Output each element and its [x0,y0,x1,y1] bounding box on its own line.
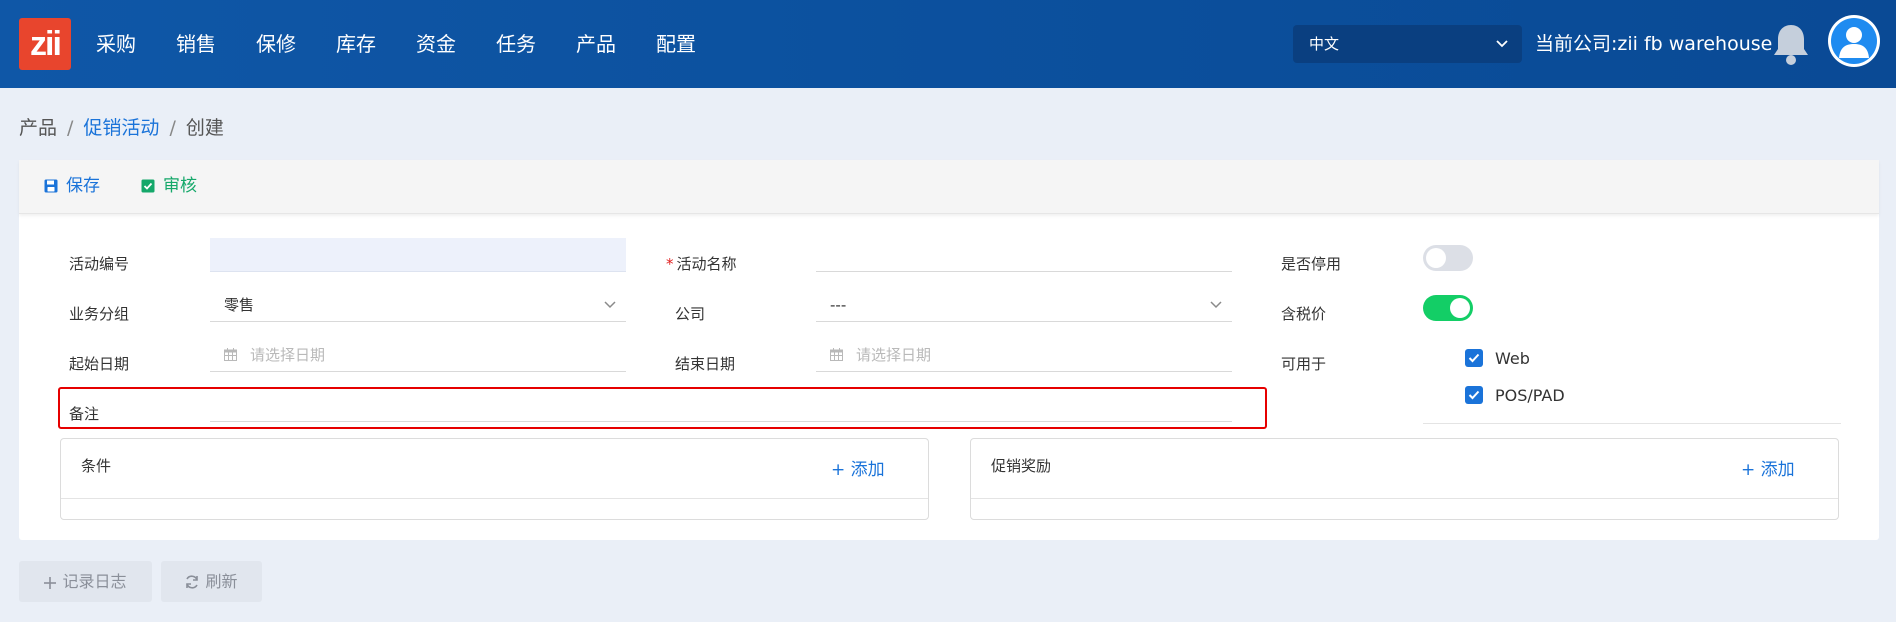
rewards-title: 促销奖励 [991,457,1052,475]
add-condition-button[interactable]: + 添加 [831,455,885,480]
refresh-icon [186,575,199,589]
disabled-label: 是否停用 [1281,255,1342,273]
form-toolbar: 保存 审核 [19,160,1879,214]
breadcrumb-root: 产品 [19,117,58,139]
add-reward-label: 添加 [1760,460,1795,480]
bell-icon[interactable] [1771,22,1811,66]
plus-icon: + [831,460,851,480]
start-date-placeholder: 请选择日期 [250,346,326,364]
add-condition-label: 添加 [850,460,885,480]
current-company: 当前公司:zii fb warehouse [1535,33,1773,55]
save-button-label: 保存 [66,176,100,196]
tax-included-label: 含税价 [1281,305,1327,323]
required-marker: * [666,255,674,273]
checkbox-checked-icon [1465,386,1483,404]
nav-item-warranty[interactable]: 保修 [256,0,296,88]
business-group-label: 业务分组 [69,305,130,323]
refresh-button[interactable]: 刷新 [161,561,262,602]
log-button-label: 记录日志 [62,572,127,591]
nav-item-products[interactable]: 产品 [576,0,616,88]
remark-field[interactable] [210,388,1232,422]
calendar-icon [830,348,843,361]
nav-item-tasks[interactable]: 任务 [496,0,536,88]
toggle-knob [1450,298,1470,318]
activity-name-field[interactable] [816,238,1232,272]
company-value: --- [830,296,847,314]
check-square-icon [141,179,155,193]
user-icon [1831,18,1877,64]
conditions-title: 条件 [81,457,112,475]
end-date-picker[interactable]: 请选择日期 [816,338,1232,372]
activity-name-value [816,246,830,264]
nav-item-config[interactable]: 配置 [656,0,696,88]
activity-name-label-text: 活动名称 [676,255,737,273]
panel-divider [971,498,1838,499]
panel-divider [61,498,928,499]
chevron-down-icon [604,288,616,335]
disabled-toggle[interactable] [1423,245,1473,271]
activity-code-label: 活动编号 [69,255,130,273]
checkbox-pos-pad[interactable]: POS/PAD [1465,385,1565,407]
add-reward-button[interactable]: + 添加 [1741,455,1795,480]
breadcrumb: 产品 / 促销活动 / 创建 [19,113,224,140]
breadcrumb-separator: / [169,117,176,139]
nav-item-purchase[interactable]: 采购 [96,0,136,88]
start-date-picker[interactable]: 请选择日期 [210,338,626,372]
plus-icon: + [1741,460,1761,480]
checkbox-pos-pad-label: POS/PAD [1495,386,1565,405]
end-date-label: 结束日期 [675,355,736,373]
business-group-value: 零售 [224,296,255,314]
remark-label: 备注 [69,405,100,423]
breadcrumb-separator: / [67,117,74,139]
activity-name-label: * 活动名称 [666,253,737,274]
calendar-icon [224,348,237,361]
breadcrumb-current: 创建 [185,117,224,139]
audit-button-label: 审核 [163,176,197,196]
language-select-value: 中文 [1309,35,1340,53]
promotion-form-card: 保存 审核 活动编号 * 活动名称 是否停用 业务分组 零售 公司 --- 含税价… [19,160,1879,540]
available-for-label: 可用于 [1281,355,1327,373]
end-date-placeholder: 请选择日期 [856,346,932,364]
checkbox-web[interactable]: Web [1465,348,1530,370]
top-navigation-bar: zii 采购 销售 保修 库存 资金 任务 产品 配置 中文 当前公司:zii … [0,0,1896,88]
refresh-button-label: 刷新 [205,572,238,591]
activity-code-field[interactable] [210,238,626,272]
main-nav: 采购 销售 保修 库存 资金 任务 产品 配置 [96,0,736,88]
log-button[interactable]: 记录日志 [19,561,152,602]
checkbox-checked-icon [1465,349,1483,367]
conditions-panel: 条件 + 添加 [60,438,929,520]
chevron-down-icon [1210,288,1222,335]
audit-button[interactable]: 审核 [141,160,197,213]
available-for-underline [1423,423,1841,424]
rewards-panel: 促销奖励 + 添加 [970,438,1839,520]
tax-included-toggle[interactable] [1423,295,1473,321]
checkbox-web-label: Web [1495,349,1530,368]
save-button[interactable]: 保存 [44,160,100,213]
save-icon [44,179,58,193]
activity-code-value [210,246,224,264]
chevron-down-icon [1496,25,1508,78]
start-date-label: 起始日期 [69,355,130,373]
nav-item-inventory[interactable]: 库存 [336,0,376,88]
nav-item-funds[interactable]: 资金 [416,0,456,88]
remark-value [210,396,224,414]
company-label: 公司 [675,305,706,323]
breadcrumb-link-promotions[interactable]: 促销活动 [83,117,159,139]
nav-item-sales[interactable]: 销售 [176,0,216,88]
plus-icon [44,577,57,589]
company-logo[interactable]: zii [19,18,71,70]
company-select[interactable]: --- [816,288,1232,322]
user-avatar[interactable] [1828,15,1880,67]
language-select[interactable]: 中文 [1293,25,1522,63]
toggle-knob [1426,248,1446,268]
business-group-select[interactable]: 零售 [210,288,626,322]
